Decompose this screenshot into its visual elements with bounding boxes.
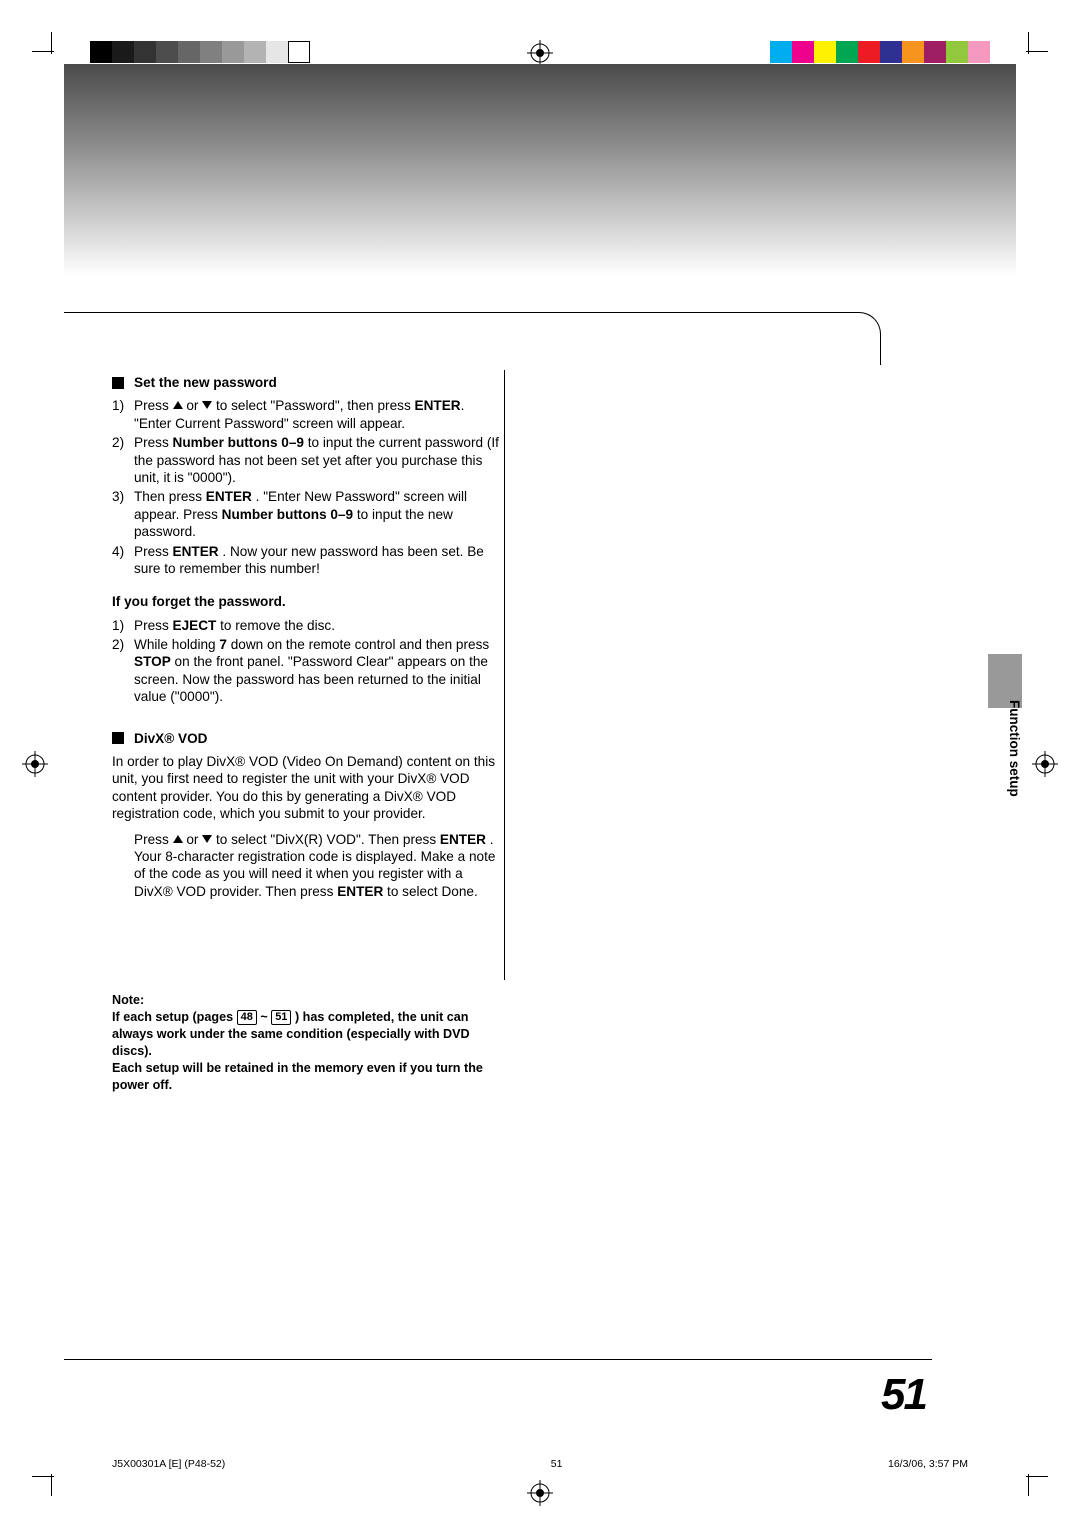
swatch — [858, 41, 880, 63]
footer-timestamp: 16/3/06, 3:57 PM — [888, 1458, 968, 1470]
swatch — [178, 41, 200, 63]
swatch — [924, 41, 946, 63]
swatch — [90, 41, 112, 63]
swatch — [200, 41, 222, 63]
forget-password-steps: Press EJECT to remove the disc. While ho… — [112, 617, 502, 706]
arrow-up-icon — [173, 401, 183, 409]
footer-doc-id: J5X00301A [E] (P48-52) — [112, 1458, 225, 1470]
swatch — [266, 41, 288, 63]
side-chapter-label: Function setup — [1007, 700, 1022, 797]
swatch — [288, 41, 310, 63]
swatch — [880, 41, 902, 63]
swatch — [134, 41, 156, 63]
section-set-password: Set the new password — [112, 374, 502, 391]
square-bullet-icon — [112, 377, 124, 389]
registration-mark-icon — [22, 751, 48, 777]
note-block: Note: If each setup (pages 48 ~ 51 ) has… — [112, 992, 508, 1094]
swatch — [968, 41, 990, 63]
column-divider — [504, 370, 505, 980]
page-ref-box: 51 — [271, 1010, 291, 1025]
swatch — [814, 41, 836, 63]
swatch — [836, 41, 858, 63]
section-divx: DivX® VOD — [112, 730, 502, 747]
grayscale-swatches — [90, 41, 310, 63]
page-number: 51 — [881, 1370, 926, 1420]
registration-mark-icon — [527, 1480, 553, 1506]
swatch — [112, 41, 134, 63]
arrow-down-icon — [202, 835, 212, 843]
list-item: While holding 7 down on the remote contr… — [134, 636, 502, 706]
set-password-steps: Press or to select "Password", then pres… — [112, 397, 502, 577]
body-text: Set the new password Press or to select … — [112, 370, 502, 908]
chapter-title-box — [64, 312, 881, 365]
list-item: Press Number buttons 0–9 to input the cu… — [134, 434, 502, 486]
swatch — [946, 41, 968, 63]
note-line: If each setup (pages 48 ~ 51 ) has compl… — [112, 1009, 508, 1060]
arrow-up-icon — [173, 835, 183, 843]
list-item: Press ENTER . Now your new password has … — [134, 543, 502, 578]
section-title-text: Set the new password — [134, 374, 277, 391]
swatch — [770, 41, 792, 63]
divx-paragraph-1: In order to play DivX® VOD (Video On Dem… — [112, 753, 502, 823]
section-title-text: DivX® VOD — [134, 730, 207, 747]
section-forget-password-title: If you forget the password. — [112, 593, 502, 610]
list-item: Then press ENTER . "Enter New Password" … — [134, 488, 502, 540]
swatch — [222, 41, 244, 63]
color-swatches — [770, 41, 990, 63]
note-line: Each setup will be retained in the memor… — [112, 1060, 508, 1094]
swatch — [156, 41, 178, 63]
footer-page: 51 — [551, 1458, 563, 1470]
registration-mark-icon — [527, 40, 553, 66]
footer: J5X00301A [E] (P48-52) 51 16/3/06, 3:57 … — [112, 1458, 968, 1470]
page-ref-box: 48 — [237, 1010, 257, 1025]
swatch — [902, 41, 924, 63]
page-bottom-rule — [64, 1359, 932, 1360]
square-bullet-icon — [112, 732, 124, 744]
registration-mark-icon — [1032, 751, 1058, 777]
divx-paragraph-2: Press or to select "DivX(R) VOD". Then p… — [134, 831, 498, 901]
swatch — [792, 41, 814, 63]
arrow-down-icon — [202, 401, 212, 409]
swatch — [244, 41, 266, 63]
list-item: Press or to select "Password", then pres… — [134, 397, 502, 432]
page: Set the new password Press or to select … — [64, 64, 1016, 1464]
list-item: Press EJECT to remove the disc. — [134, 617, 502, 634]
